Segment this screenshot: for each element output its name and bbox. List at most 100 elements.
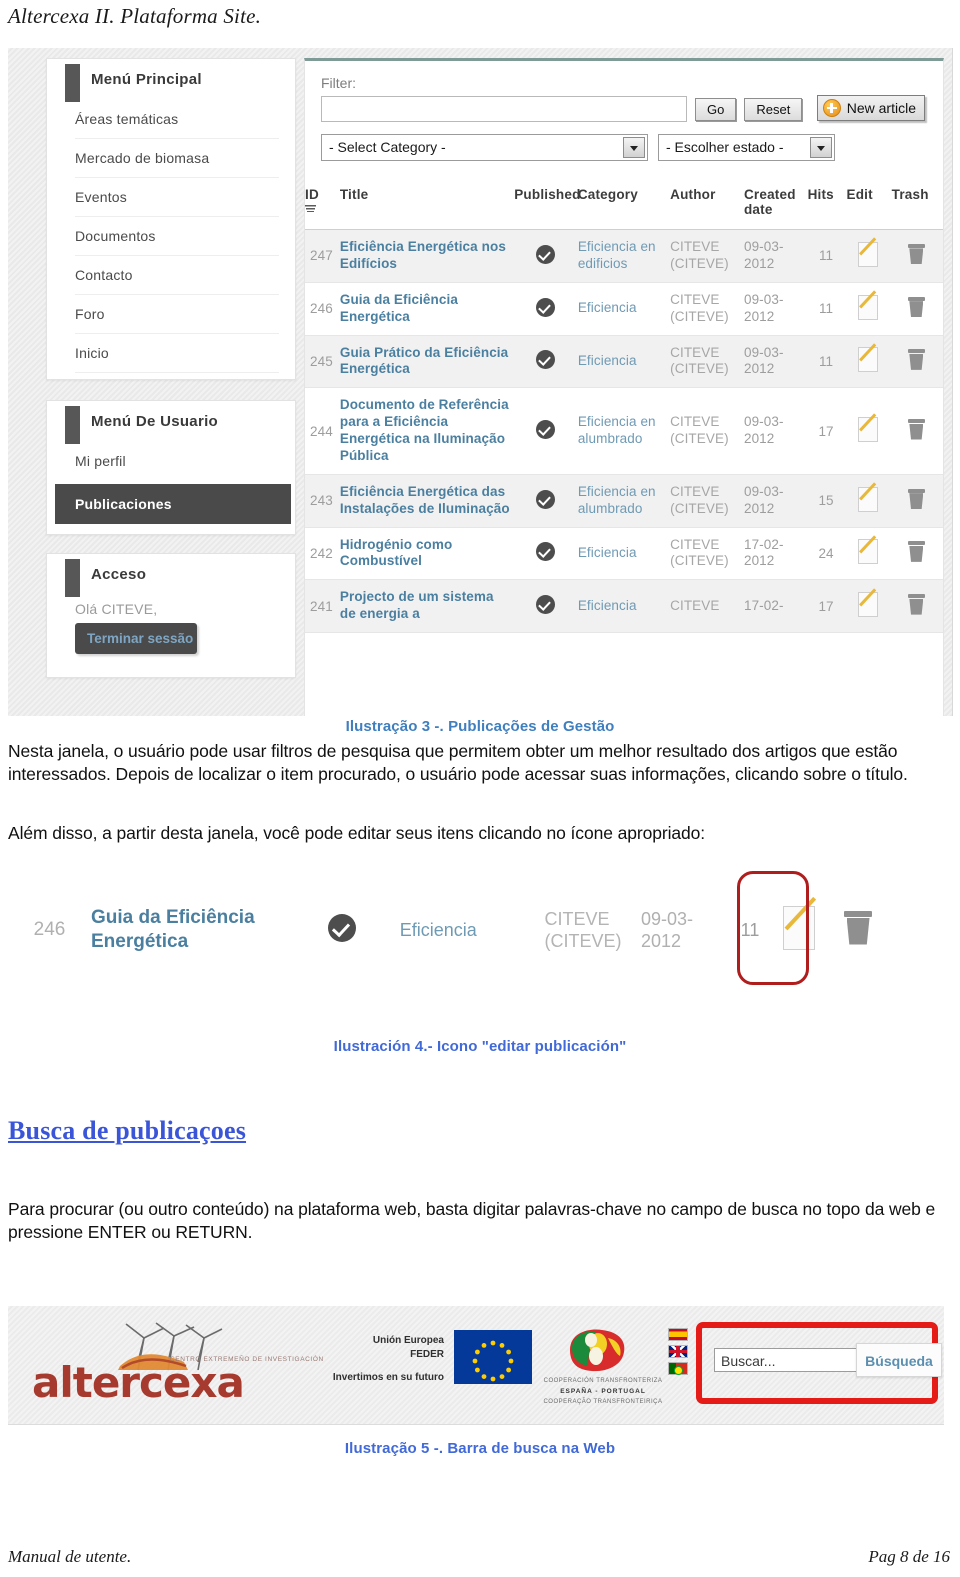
sidebar-item-areas-tematicas[interactable]: Áreas temáticas xyxy=(75,100,279,139)
altercexa-wordmark: altercexa xyxy=(32,1358,245,1407)
cell-title[interactable]: Documento de Referência para a Eficiênci… xyxy=(339,387,515,475)
logout-button[interactable]: Terminar sessão xyxy=(75,623,197,654)
cell-trash[interactable] xyxy=(891,527,943,581)
edit-pencil-icon[interactable] xyxy=(858,592,879,618)
cell-published[interactable] xyxy=(514,474,578,528)
cell-hits: 11 xyxy=(807,335,847,389)
cell-trash[interactable] xyxy=(891,335,943,389)
flag-icon-spanish[interactable] xyxy=(668,1328,688,1341)
cell-published[interactable] xyxy=(514,282,578,336)
trash-icon[interactable] xyxy=(907,541,925,562)
flag-icon-portuguese[interactable] xyxy=(668,1362,688,1375)
table-row[interactable]: 242 Hidrogénio como Combustível Eficienc… xyxy=(305,527,943,581)
edit-pencil-icon[interactable] xyxy=(858,539,879,565)
cell-author: CITEVE (CITEVE) xyxy=(670,335,744,389)
cell-published[interactable] xyxy=(514,229,578,283)
column-header-edit: Edit xyxy=(846,175,892,230)
cell-trash[interactable] xyxy=(891,474,943,528)
search-button[interactable]: Búsqueda xyxy=(856,1343,942,1377)
eu-logo-text-line1: Unión Europea FEDER xyxy=(372,1335,444,1360)
cell-id: 243 xyxy=(305,474,340,528)
cell-edit[interactable] xyxy=(846,335,892,389)
column-header-hits[interactable]: Hits xyxy=(807,175,847,230)
cell-edit[interactable] xyxy=(846,579,892,633)
cell-title[interactable]: Eficiência Energética nos Edifícios xyxy=(339,229,515,283)
trash-icon[interactable] xyxy=(907,349,925,370)
section-heading-busca-de-publicacoes[interactable]: Busca de publicaçoes xyxy=(8,1116,246,1146)
cell-published[interactable] xyxy=(514,387,578,475)
table-header-row: ID Title Published Category Author Creat… xyxy=(305,175,943,230)
column-header-title[interactable]: Title xyxy=(339,175,515,230)
trash-icon[interactable] xyxy=(907,243,925,265)
trash-icon[interactable] xyxy=(907,296,925,318)
cell-trash[interactable] xyxy=(891,282,943,336)
edit-pencil-icon[interactable] xyxy=(858,417,879,442)
eu-feder-logo: Unión Europea FEDER Invertimos en su futu… xyxy=(304,1328,534,1400)
state-select[interactable]: - Escolher estado - xyxy=(658,134,835,161)
cell-edit[interactable] xyxy=(846,527,892,581)
cell-published[interactable] xyxy=(514,335,578,389)
cell-category: Eficiencia en alumbrado xyxy=(577,387,671,475)
edit-pencil-icon[interactable] xyxy=(858,347,879,373)
cell-title[interactable]: Projecto de um sistema de energia a xyxy=(339,579,515,633)
trash-icon[interactable] xyxy=(907,594,925,615)
cell-title[interactable]: Guia Prático da Eficiência Energética xyxy=(339,335,515,389)
cell-edit[interactable] xyxy=(846,282,892,336)
edit-pencil-icon[interactable] xyxy=(858,486,879,512)
sidebar-item-inicio[interactable]: Inicio xyxy=(75,334,279,373)
cell-published[interactable] xyxy=(514,579,578,633)
language-switcher xyxy=(668,1328,690,1379)
table-row[interactable]: 241 Projecto de um sistema de energia a … xyxy=(305,579,943,633)
sidebar-item-contacto[interactable]: Contacto xyxy=(75,256,279,295)
cell-trash[interactable] xyxy=(891,229,943,283)
go-button[interactable]: Go xyxy=(695,97,737,121)
trash-icon[interactable] xyxy=(907,419,925,440)
category-select[interactable]: - Select Category - xyxy=(321,134,648,161)
cell-trash[interactable] xyxy=(891,579,943,633)
column-header-category[interactable]: Category xyxy=(577,175,671,230)
sidebar-item-documentos[interactable]: Documentos xyxy=(75,217,279,256)
main-menu-list: Áreas temáticas Mercado de biomasa Event… xyxy=(47,100,295,379)
filter-select-row: - Select Category - - Escolher estado - xyxy=(305,126,943,175)
column-header-author[interactable]: Author xyxy=(670,175,744,230)
filter-input[interactable] xyxy=(321,96,687,122)
new-article-button[interactable]: New article xyxy=(816,95,925,121)
cell-title[interactable]: Hidrogénio como Combustível xyxy=(339,527,515,581)
cooperation-blob-icon xyxy=(570,1329,625,1372)
edit-pencil-icon[interactable] xyxy=(858,294,879,320)
cell-edit[interactable] xyxy=(846,229,892,283)
cell-date: 09-03-2012 xyxy=(743,387,808,475)
column-header-created-date[interactable]: Created date xyxy=(743,175,808,230)
sidebar-item-mercado-de-biomasa[interactable]: Mercado de biomasa xyxy=(75,139,279,178)
trash-icon[interactable] xyxy=(907,488,925,510)
column-header-id[interactable]: ID xyxy=(305,175,340,230)
cell-date: 09-03-2012 xyxy=(743,229,808,283)
table-row[interactable]: 247 Eficiência Energética nos Edifícios … xyxy=(305,229,943,283)
column-header-published[interactable]: Published xyxy=(514,175,580,230)
reset-button[interactable]: Reset xyxy=(744,97,803,121)
flag-icon-english[interactable] xyxy=(668,1345,688,1358)
cell-date: 09-03-2012 xyxy=(743,282,808,336)
cell-published[interactable] xyxy=(514,527,578,581)
published-check-icon xyxy=(535,420,555,439)
cell-title[interactable]: Guia da Eficiência Energética xyxy=(339,282,515,336)
sidebar-item-mi-perfil[interactable]: Mi perfil xyxy=(75,442,279,480)
module-tab-marker xyxy=(65,406,80,444)
sidebar-item-foro[interactable]: Foro xyxy=(75,295,279,334)
edit-pencil-icon[interactable] xyxy=(858,241,879,267)
sidebar-item-publicaciones[interactable]: Publicaciones xyxy=(55,484,291,524)
cell-trash[interactable] xyxy=(891,387,943,475)
cell-author: CITEVE xyxy=(670,579,744,633)
cell-edit[interactable] xyxy=(846,474,892,528)
sidebar-item-eventos[interactable]: Eventos xyxy=(75,178,279,217)
cell-title[interactable]: Eficiência Energética das Instalações de… xyxy=(339,474,515,528)
table-row[interactable]: 243 Eficiência Energética das Instalaçõe… xyxy=(305,474,943,528)
published-check-icon xyxy=(327,913,356,942)
cell-author: CITEVE (CITEVE) xyxy=(670,282,744,336)
table-row[interactable]: 244 Documento de Referência para a Efici… xyxy=(305,387,943,475)
table-row[interactable]: 245 Guia Prático da Eficiência Energétic… xyxy=(305,335,943,389)
cell-hits: 17 xyxy=(807,579,847,633)
search-input[interactable]: Buscar... xyxy=(714,1348,856,1372)
cell-edit[interactable] xyxy=(846,387,892,475)
table-row[interactable]: 246 Guia da Eficiência Energética Eficie… xyxy=(305,282,943,336)
